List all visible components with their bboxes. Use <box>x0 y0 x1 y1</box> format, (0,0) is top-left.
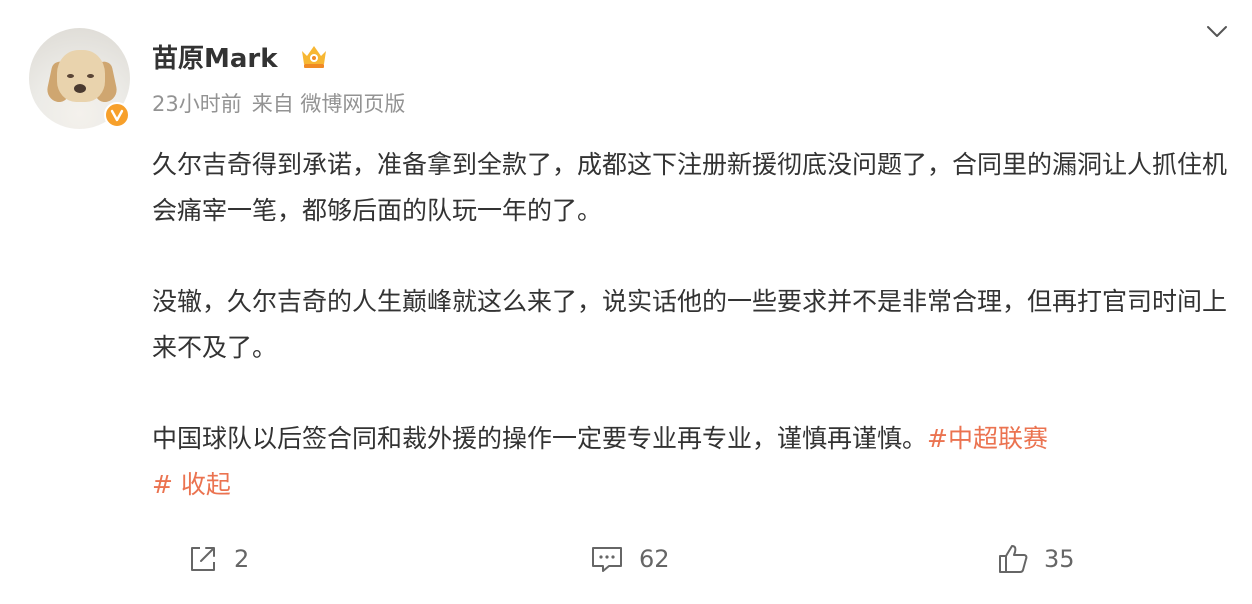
post-meta: 23小时前 来自 微博网页版 <box>152 88 415 118</box>
paragraph-text: 久尔吉奇得到承诺，准备拿到全款了，成都这下注册新援彻底没问题了，合同里的漏洞让人… <box>152 150 1228 225</box>
hashtag-link[interactable]: #中超联赛 <box>927 424 1048 453</box>
post-paragraph: 久尔吉奇得到承诺，准备拿到全款了，成都这下注册新援彻底没问题了，合同里的漏洞让人… <box>152 142 1234 234</box>
post-source: 来自 微博网页版 <box>251 92 406 116</box>
post-paragraph: 中国球队以后签合同和裁外援的操作一定要专业再专业，谨慎再谨慎。#中超联赛 # 收起 <box>152 416 1234 508</box>
chevron-down-icon[interactable] <box>1206 24 1228 40</box>
like-button[interactable]: 35 <box>996 536 1075 582</box>
repost-count: 2 <box>234 545 250 573</box>
avatar-dog-nose <box>74 84 86 93</box>
vip-crown-icon[interactable] <box>299 42 329 70</box>
comment-button[interactable]: 62 <box>589 536 670 582</box>
like-count: 35 <box>1044 545 1075 573</box>
action-bar: 2 62 35 <box>0 536 1252 582</box>
avatar-dog-eye-right <box>87 74 94 78</box>
comment-count: 62 <box>639 545 670 573</box>
avatar-dog-eye-left <box>67 74 74 78</box>
like-icon <box>999 545 1028 573</box>
author-name[interactable]: 苗原Mark <box>152 38 278 75</box>
collapse-link[interactable]: # 收起 <box>152 470 231 499</box>
comment-icon <box>592 547 622 572</box>
repost-icon <box>191 547 215 571</box>
paragraph-text: 中国球队以后签合同和裁外援的操作一定要专业再专业，谨慎再谨慎。 <box>152 424 928 453</box>
avatar-dog-head <box>57 50 105 102</box>
post-content: 久尔吉奇得到承诺，准备拿到全款了，成都这下注册新援彻底没问题了，合同里的漏洞让人… <box>152 142 1234 508</box>
post-time[interactable]: 23小时前 <box>152 92 242 116</box>
post-paragraph: 没辙，久尔吉奇的人生巅峰就这么来了，说实话他的一些要求并不是非常合理，但再打官司… <box>152 279 1234 371</box>
paragraph-text: 没辙，久尔吉奇的人生巅峰就这么来了，说实话他的一些要求并不是非常合理，但再打官司… <box>152 287 1228 362</box>
verified-badge-icon <box>104 102 130 128</box>
repost-button[interactable]: 2 <box>186 536 249 582</box>
weibo-post: 苗原Mark 23小时前 来自 微博网页版 久尔吉奇得到承诺，准备拿到全款了，成都… <box>0 0 1252 604</box>
